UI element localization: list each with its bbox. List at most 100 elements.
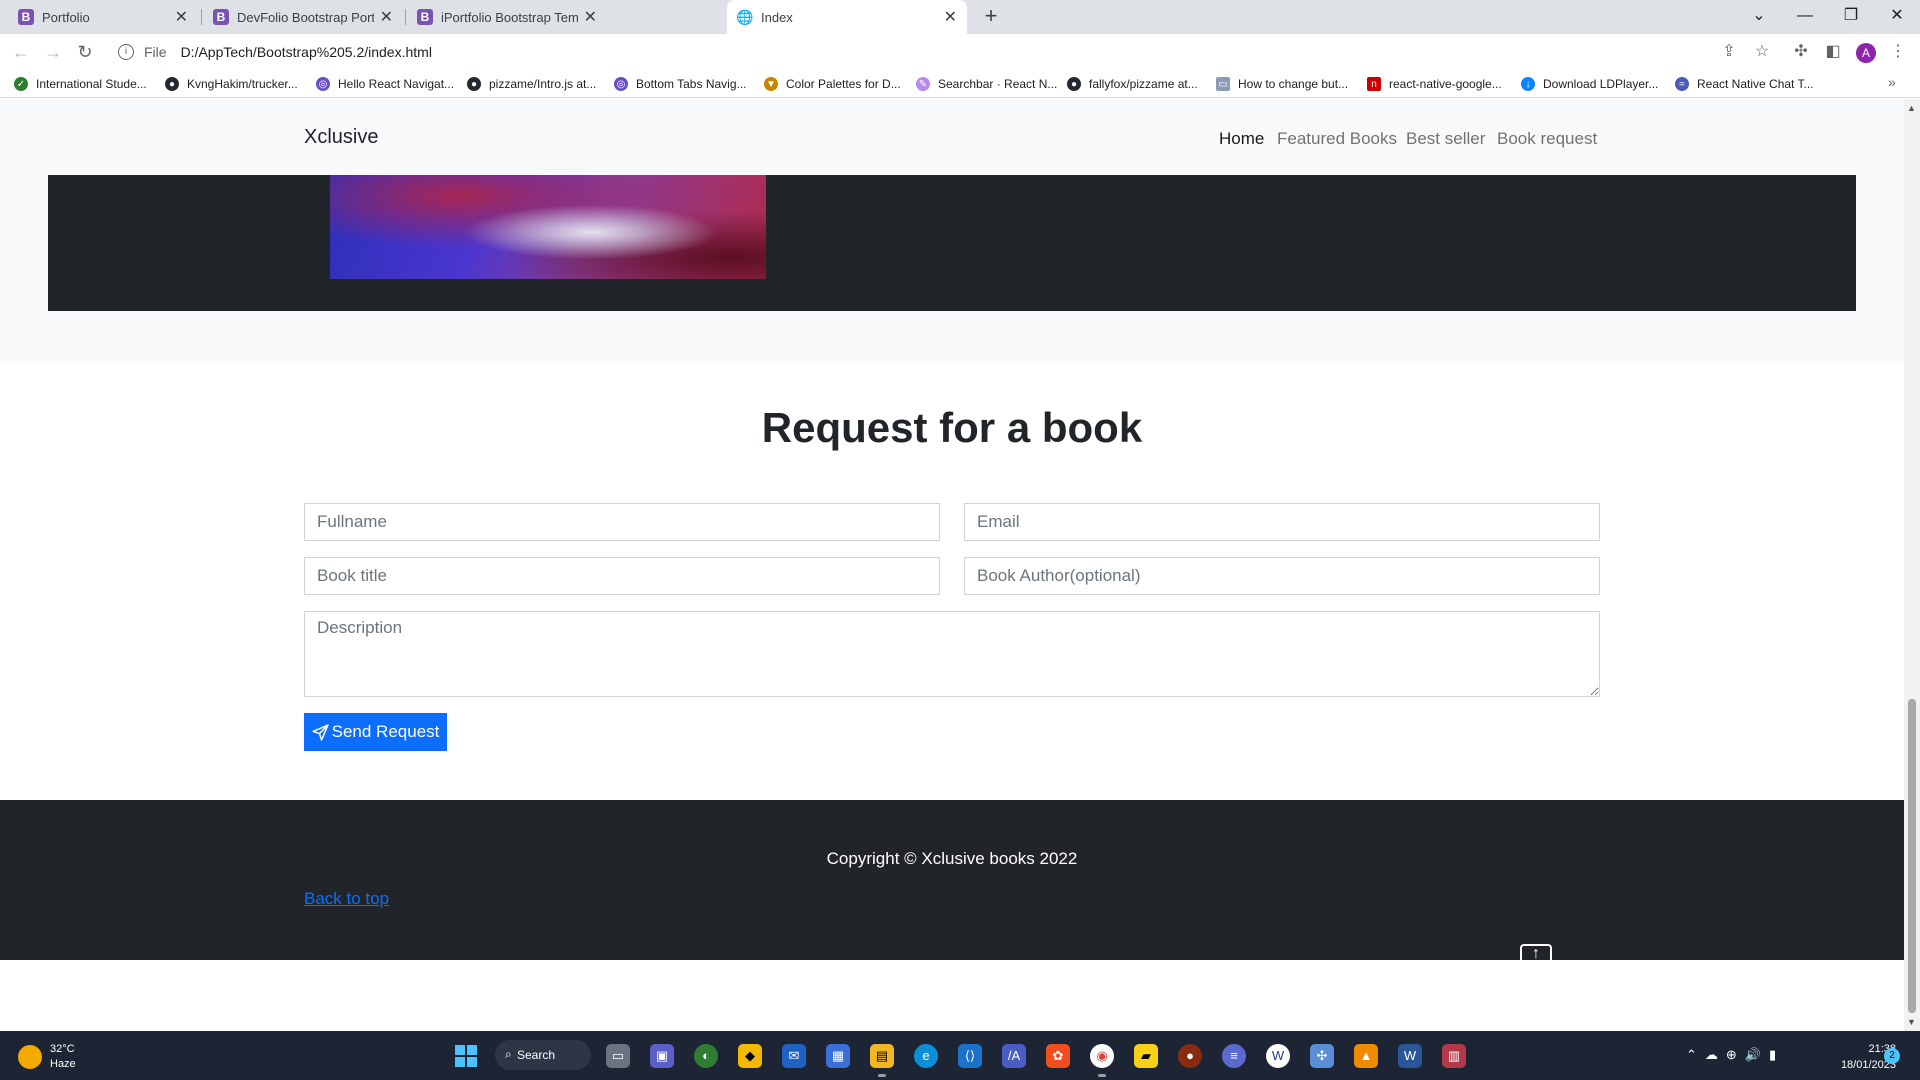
extensions-icon[interactable]: ✣: [1791, 42, 1811, 62]
webpage-icon: ▭: [1216, 77, 1230, 91]
task-view-icon[interactable]: ▭: [606, 1044, 630, 1068]
bookmark-item[interactable]: ● pizzame/Intro.js at...: [467, 74, 596, 94]
tab-iportfolio[interactable]: B iPortfolio Bootstrap Template - Ir ✕: [407, 0, 607, 34]
notification-badge[interactable]: 2: [1884, 1048, 1900, 1064]
send-request-button[interactable]: Send Request: [304, 713, 447, 751]
close-window-button[interactable]: ✕: [1877, 2, 1917, 30]
info-icon[interactable]: i: [118, 44, 134, 60]
close-tab-icon[interactable]: ✕: [944, 7, 957, 27]
nav-book-request[interactable]: Book request: [1497, 129, 1597, 149]
back-arrow-icon[interactable]: ←: [9, 40, 33, 64]
react-navigation-icon: ◎: [316, 77, 330, 91]
close-tab-icon[interactable]: ✕: [584, 7, 597, 27]
sticky-notes-icon[interactable]: ▰: [1134, 1044, 1158, 1068]
bookmark-label: Hello React Navigat...: [338, 77, 455, 91]
bookmark-item[interactable]: ✎ Searchbar · React N...: [916, 74, 1057, 94]
bookmark-item[interactable]: ▼ Color Palettes for D...: [764, 74, 901, 94]
tab-strip: B Portfolio ✕ B DevFolio Bootstrap Portf…: [0, 0, 1920, 34]
bookmark-item[interactable]: ▭ How to change but...: [1216, 74, 1348, 94]
volume-icon[interactable]: 🔊: [1745, 1047, 1769, 1062]
share-icon[interactable]: ⇪: [1719, 42, 1739, 62]
book-author-input[interactable]: [964, 557, 1600, 595]
tool-icon[interactable]: ◆: [738, 1044, 762, 1068]
bookmark-item[interactable]: ✓ International Stude...: [14, 74, 147, 94]
app-icon[interactable]: ●: [1178, 1044, 1202, 1068]
mail-icon[interactable]: ✉: [782, 1044, 806, 1068]
copyright-text: Copyright © Xclusive books 2022: [826, 849, 1078, 868]
winrar-icon[interactable]: ▥: [1442, 1044, 1466, 1068]
address-scheme: File: [144, 44, 167, 60]
scroll-down-icon[interactable]: ▼: [1907, 1017, 1916, 1027]
bookmark-item[interactable]: n react-native-google...: [1367, 74, 1502, 94]
side-panel-icon[interactable]: ◧: [1823, 42, 1843, 62]
arrow-up-icon[interactable]: ↑: [1520, 944, 1552, 962]
github-icon: ●: [165, 77, 179, 91]
back-to-top-link[interactable]: Back to top: [304, 889, 389, 909]
new-tab-button[interactable]: +: [977, 3, 1005, 29]
hero-smoke-image: [330, 175, 766, 279]
description-textarea[interactable]: [304, 611, 1600, 697]
close-tab-icon[interactable]: ✕: [175, 7, 188, 27]
bookmarks-overflow-icon[interactable]: »: [1888, 74, 1896, 90]
page-scrollbar[interactable]: ▲ ▼: [1904, 99, 1920, 1031]
email-input[interactable]: [964, 503, 1600, 541]
profile-avatar[interactable]: A: [1856, 43, 1876, 63]
vlc-icon[interactable]: ▲: [1354, 1044, 1378, 1068]
battery-icon[interactable]: ▮: [1769, 1047, 1784, 1062]
fullname-input[interactable]: [304, 503, 940, 541]
bookmark-item[interactable]: ◎ Bottom Tabs Navig...: [614, 74, 747, 94]
scroll-up-icon[interactable]: ▲: [1907, 103, 1916, 113]
reload-icon[interactable]: ↻: [73, 40, 97, 64]
vscode-icon[interactable]: ⟨⟩: [958, 1044, 982, 1068]
bookmark-item[interactable]: ◎ Hello React Navigat...: [316, 74, 454, 94]
game-icon[interactable]: ✣: [1310, 1044, 1334, 1068]
close-tab-icon[interactable]: ✕: [380, 7, 393, 27]
nav-home[interactable]: Home: [1219, 129, 1264, 149]
bookmark-label: Color Palettes for D...: [786, 77, 901, 91]
chevron-up-icon[interactable]: ⌃: [1686, 1047, 1705, 1062]
teams-chat-icon[interactable]: ▣: [650, 1044, 674, 1068]
bookmark-label: Bottom Tabs Navig...: [636, 77, 747, 91]
app-w-icon[interactable]: W: [1266, 1044, 1290, 1068]
scrollbar-thumb[interactable]: [1908, 699, 1916, 1013]
bookmark-label: pizzame/Intro.js at...: [489, 77, 597, 91]
bookmark-item[interactable]: ● fallyfox/pizzame at...: [1067, 74, 1198, 94]
edge-dev-icon[interactable]: ◐: [694, 1044, 718, 1068]
nav-featured-books[interactable]: Featured Books: [1277, 129, 1397, 149]
restore-button[interactable]: ❐: [1831, 2, 1871, 30]
nav-best-seller[interactable]: Best seller: [1406, 129, 1485, 149]
eclipse-icon[interactable]: ≡: [1222, 1044, 1246, 1068]
bookmarks-bar: ✓ International Stude... ● KvngHakim/truck…: [0, 70, 1920, 98]
tab-portfolio[interactable]: B Portfolio ✕: [8, 0, 198, 34]
address-bar[interactable]: i File D:/AppTech/Bootstrap%205.2/index.…: [108, 38, 1768, 66]
more-menu-icon[interactable]: ⋮: [1888, 42, 1908, 62]
bookmark-item[interactable]: ↓ Download LDPlayer...: [1521, 74, 1658, 94]
system-tray[interactable]: ⌃☁⊕🔊▮: [1686, 1047, 1784, 1063]
npm-icon: n: [1367, 77, 1381, 91]
figma-icon[interactable]: ✿: [1046, 1044, 1070, 1068]
weather-temp: 32°C: [50, 1043, 75, 1055]
minimize-button[interactable]: —: [1785, 2, 1825, 30]
weather-widget[interactable]: 32°C Haze: [18, 1042, 76, 1072]
bookmark-item[interactable]: ● KvngHakim/trucker...: [165, 74, 298, 94]
cloud-icon[interactable]: ☁: [1705, 1047, 1726, 1062]
network-globe-icon[interactable]: ⊕: [1726, 1047, 1745, 1062]
edge-browser-icon[interactable]: e: [914, 1044, 938, 1068]
tab-index[interactable]: 🌐 Index ✕: [727, 0, 967, 34]
book-title-input[interactable]: [304, 557, 940, 595]
taskbar-search-button[interactable]: ⌕ Search: [495, 1040, 591, 1070]
shield-icon: ✓: [14, 77, 28, 91]
bookmark-star-icon[interactable]: ☆: [1752, 42, 1772, 62]
bookmark-item[interactable]: ≈ React Native Chat T...: [1675, 74, 1814, 94]
site-brand[interactable]: Xclusive: [304, 126, 378, 149]
word-icon[interactable]: W: [1398, 1044, 1422, 1068]
store-icon[interactable]: ▦: [826, 1044, 850, 1068]
hero-banner: [48, 175, 1856, 311]
forward-arrow-icon[interactable]: →: [41, 40, 65, 64]
file-explorer-icon[interactable]: ▤: [870, 1044, 894, 1077]
windows-start-icon[interactable]: [455, 1045, 477, 1067]
tab-search-chevron-icon[interactable]: ⌄: [1739, 2, 1779, 30]
tab-devfolio[interactable]: B DevFolio Bootstrap Portfolio Tem ✕: [203, 0, 403, 34]
android-studio-icon[interactable]: /A: [1002, 1044, 1026, 1068]
chrome-icon[interactable]: ◉: [1090, 1044, 1114, 1077]
